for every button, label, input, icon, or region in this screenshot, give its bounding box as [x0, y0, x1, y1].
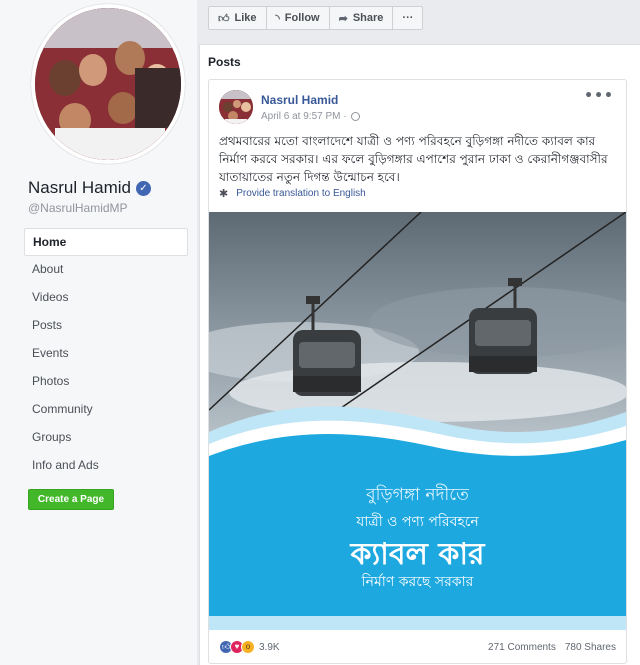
post-text: প্রথমবারের মতো বাংলাদেশে যাত্রী ও পণ্য প… — [219, 134, 608, 184]
profile-name[interactable]: Nasrul Hamid ✓ — [28, 178, 151, 198]
post-image[interactable]: বুড়িগঙ্গা নদীতে যাত্রী ও পণ্য পরিবহনে ক… — [209, 212, 626, 630]
share-arrow-icon: ➦ — [338, 12, 348, 25]
nav-item-events[interactable]: Events — [24, 340, 188, 368]
post-options-icon[interactable]: ••• — [584, 88, 614, 104]
image-caption-line4: নির্মাণ করছে সরকার — [361, 574, 474, 590]
like-label: Like — [234, 12, 257, 24]
nav-item-videos[interactable]: Videos — [24, 284, 188, 312]
post-author-avatar[interactable] — [219, 90, 253, 124]
post-author-name[interactable]: Nasrul Hamid — [261, 93, 338, 107]
follow-label: Follow — [284, 12, 320, 24]
reactions-count: 3.9K — [259, 641, 280, 653]
profile-photo[interactable] — [31, 4, 185, 164]
verified-badge-icon: ✓ — [135, 180, 151, 196]
share-label: Share — [352, 12, 384, 24]
post-card: Nasrul Hamid April 6 at 9:57 PM · ••• প্… — [208, 79, 627, 664]
create-page-button[interactable]: Create a Page — [28, 489, 114, 510]
more-options-button[interactable]: ··· — [393, 7, 422, 29]
nav-item-about[interactable]: About — [24, 256, 188, 284]
profile-handle[interactable]: @NasrulHamidMP — [28, 201, 128, 215]
posts-section: Posts Nasrul Hamid April 6 at 9:57 PM · … — [199, 44, 640, 665]
rss-icon: ◝ — [275, 12, 280, 25]
thumbs-up-icon: 👍︎ — [218, 12, 230, 25]
translate-link[interactable]: ✱ Provide translation to English — [219, 187, 366, 200]
nav-item-posts[interactable]: Posts — [24, 312, 188, 340]
page-action-bar: 👍︎ Like ◝ Follow ➦ Share ··· — [208, 6, 424, 30]
share-button[interactable]: ➦ Share — [330, 7, 394, 29]
shares-count-link[interactable]: 780 Shares — [565, 642, 616, 653]
nav-item-info-and-ads[interactable]: Info and Ads — [24, 452, 188, 480]
nav-item-home[interactable]: Home — [24, 228, 188, 256]
post-timestamp[interactable]: April 6 at 9:57 PM · — [261, 111, 347, 122]
comments-count-link[interactable]: 271 Comments — [488, 642, 556, 653]
wow-reaction-icon: o — [241, 640, 255, 654]
page-nav: Home About Videos Posts Events Photos Co… — [24, 228, 188, 480]
follow-button[interactable]: ◝ Follow — [267, 7, 330, 29]
nav-item-community[interactable]: Community — [24, 396, 188, 424]
gear-icon: ✱ — [219, 188, 229, 200]
translate-label: Provide translation to English — [236, 188, 366, 199]
reactions-summary[interactable]: 👍︎ ♥ o 3.9K — [219, 640, 280, 654]
left-sidebar: Nasrul Hamid ✓ @NasrulHamidMP Home About… — [0, 0, 197, 665]
post-meta: April 6 at 9:57 PM · — [261, 111, 360, 122]
like-button[interactable]: 👍︎ Like — [209, 7, 267, 29]
nav-item-groups[interactable]: Groups — [24, 424, 188, 452]
globe-icon — [350, 112, 360, 121]
image-caption-line1: বুড়িগঙ্গা নদীতে — [366, 485, 469, 505]
posts-heading: Posts — [208, 55, 241, 69]
more-dots-icon: ··· — [402, 12, 414, 24]
profile-name-text: Nasrul Hamid — [28, 178, 131, 197]
post-footer: 👍︎ ♥ o 3.9K 271 Comments 780 Shares — [209, 632, 626, 662]
post-stats: 271 Comments 780 Shares — [488, 642, 616, 653]
nav-item-photos[interactable]: Photos — [24, 368, 188, 396]
